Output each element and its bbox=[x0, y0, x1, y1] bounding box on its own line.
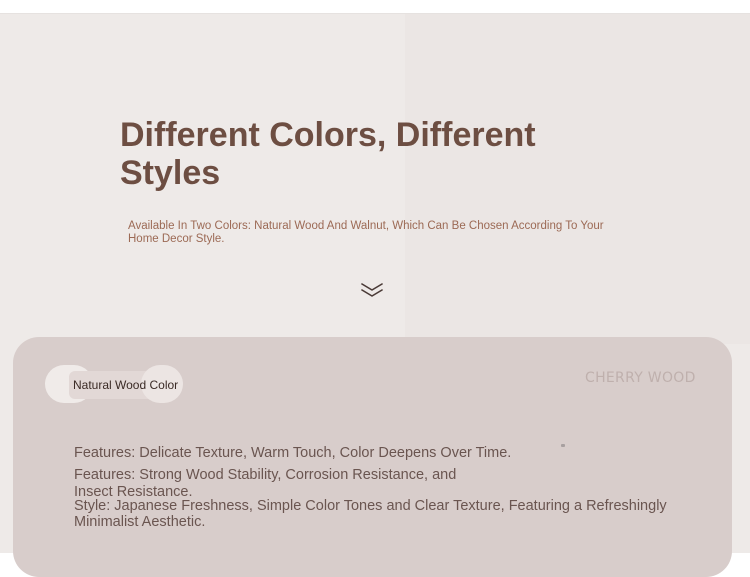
cherry-wood-tab[interactable]: CHERRY WOOD bbox=[585, 370, 696, 386]
top-bar bbox=[0, 0, 750, 14]
feature-item: Features: Strong Wood Stability, Corrosi… bbox=[74, 467, 457, 500]
feature-item: Features: Delicate Texture, Warm Touch, … bbox=[74, 445, 512, 461]
page-title: Different Colors, Different Styles bbox=[120, 116, 536, 192]
double-chevron-down-icon[interactable] bbox=[360, 281, 384, 299]
natural-wood-color-tab[interactable]: Natural Wood Color bbox=[45, 365, 183, 403]
feature-item: Style: Japanese Freshness, Simple Color … bbox=[74, 498, 667, 530]
page-subtitle: Available In Two Colors: Natural Wood An… bbox=[128, 220, 604, 245]
natural-wood-color-label: Natural Wood Color bbox=[73, 378, 179, 392]
